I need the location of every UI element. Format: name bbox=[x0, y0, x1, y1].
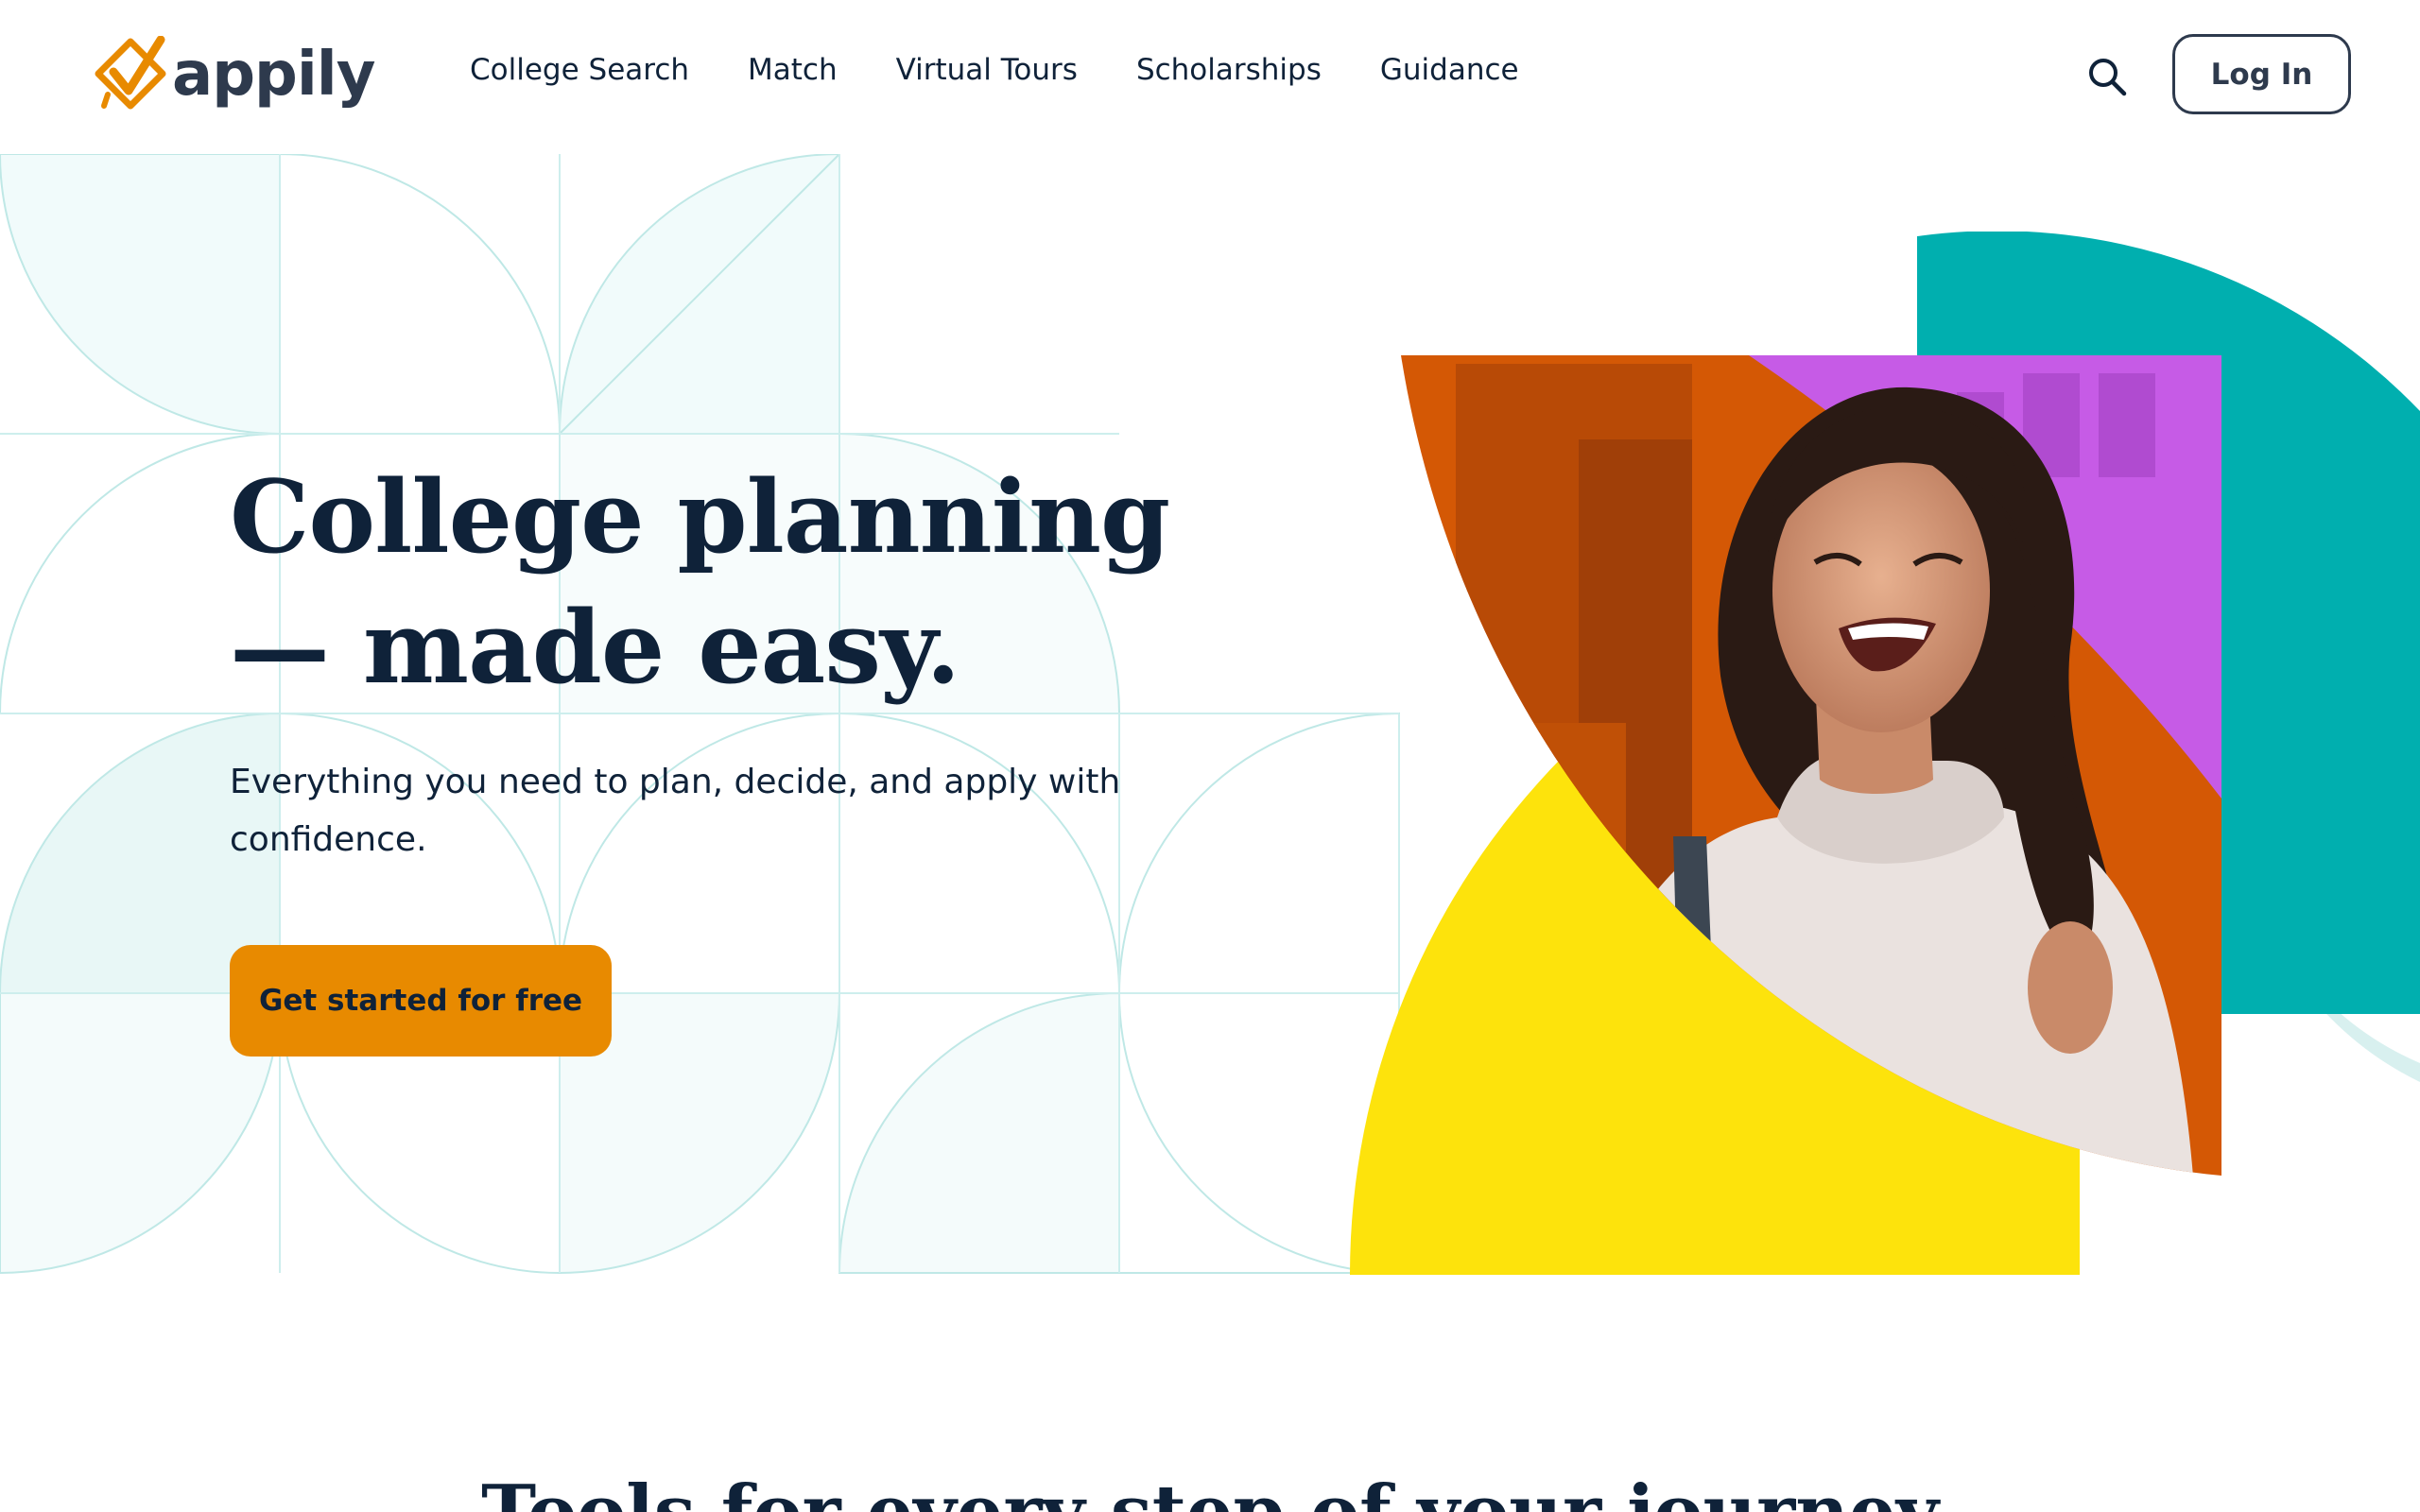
nav-guidance[interactable]: Guidance bbox=[1380, 49, 1519, 91]
hero-subtitle: Everything you need to plan, decide, and… bbox=[230, 763, 1121, 859]
logo-wordmark: appily bbox=[172, 40, 375, 110]
search-button[interactable] bbox=[2083, 53, 2131, 100]
checkmark-logo-icon bbox=[95, 36, 166, 110]
hero-title-line-2: — made easy. bbox=[230, 588, 960, 706]
get-started-button[interactable]: Get started for free bbox=[230, 945, 612, 1057]
nav-scholarships[interactable]: Scholarships bbox=[1136, 49, 1322, 91]
hero-illustration bbox=[1350, 232, 2420, 1276]
geometric-background-pattern bbox=[0, 154, 1400, 1275]
search-icon bbox=[2089, 59, 2127, 96]
nav-college-search[interactable]: College Search bbox=[470, 49, 689, 91]
tools-section-title: Tools for every step of your journey bbox=[0, 1469, 2420, 1512]
appily-logo[interactable]: appily bbox=[95, 34, 375, 115]
main-nav: College Search Match Virtual Tours Schol… bbox=[470, 49, 1578, 91]
hero-title: College planning — made easy. bbox=[230, 452, 1270, 713]
hero-title-line-1: College planning bbox=[230, 457, 1170, 576]
site-header: appily College Search Match Virtual Tour… bbox=[0, 0, 2420, 151]
nav-virtual-tours[interactable]: Virtual Tours bbox=[896, 49, 1078, 91]
login-button[interactable]: Log In bbox=[2172, 34, 2351, 114]
nav-match[interactable]: Match bbox=[748, 49, 838, 91]
